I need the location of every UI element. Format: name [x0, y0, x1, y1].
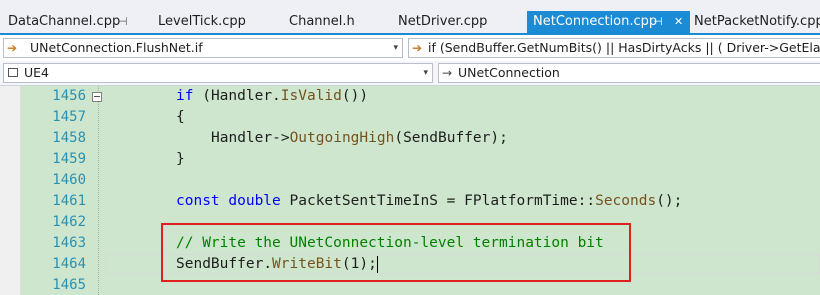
document-tab-strip: DataChannel.cpp ⊣ LevelTick.cpp Channel.…	[0, 0, 820, 35]
code-line: 1457 {	[20, 107, 820, 128]
code-line: 1459 }	[20, 149, 820, 170]
chevron-down-icon[interactable]: ▾	[393, 39, 398, 57]
code-line: 1456 if (Handler.IsValid())	[20, 86, 820, 107]
chevron-down-icon[interactable]: ▾	[423, 64, 428, 82]
code-text: Handler->OutgoingHigh(SendBuffer);	[211, 130, 508, 146]
line-number: 1459	[52, 151, 86, 167]
project-value: UE4	[24, 65, 49, 80]
pin-icon[interactable]: ⊣	[653, 11, 663, 33]
code-line: 1461 const double PacketSentTimeInS = FP…	[20, 191, 820, 212]
tab-netdriver-cpp[interactable]: NetDriver.cpp	[398, 11, 487, 33]
code-line: 1460	[20, 170, 820, 191]
class-value: UNetConnection	[458, 65, 560, 80]
code-text: const double PacketSentTimeInS = FPlatfo…	[176, 193, 683, 209]
tab-netconnection-cpp[interactable]: NetConnection.cpp ⊣ ✕	[527, 11, 690, 33]
arrow-icon: ➔	[7, 41, 18, 55]
line-number: 1460	[52, 172, 86, 188]
line-number: 1461	[52, 193, 86, 209]
line-number: 1464	[52, 256, 86, 272]
close-icon[interactable]: ✕	[674, 11, 683, 33]
collapse-icon[interactable]	[92, 92, 102, 102]
navigation-bar: ➔ UNetConnection.FlushNet.if ▾ ➔ if (Sen…	[0, 35, 820, 62]
annotation-highlight-box	[161, 223, 631, 282]
line-number: 1463	[52, 235, 86, 251]
line-number: 1465	[52, 277, 86, 293]
arrow-icon: ➔	[412, 41, 423, 55]
tab-leveltick-cpp[interactable]: LevelTick.cpp	[158, 11, 246, 33]
project-icon	[8, 68, 18, 77]
tab-label: NetConnection.cpp	[533, 14, 658, 29]
pin-icon[interactable]: ⊣	[118, 11, 128, 33]
line-number: 1462	[52, 214, 86, 230]
tab-netpacketnotify-cpp[interactable]: NetPacketNotify.cpp	[694, 11, 820, 33]
scope-dropdown[interactable]: ➔ UNetConnection.FlushNet.if ▾	[3, 38, 403, 58]
member-dropdown[interactable]: ➔ if (SendBuffer.GetNumBits() || HasDirt…	[408, 38, 820, 58]
code-text: }	[176, 151, 185, 167]
code-line: 1458 Handler->OutgoingHigh(SendBuffer);	[20, 128, 820, 149]
project-navigation-bar: UE4 ▾ → UNetConnection	[0, 61, 820, 86]
line-number: 1457	[52, 109, 86, 125]
arrow-icon: →	[442, 66, 453, 80]
project-dropdown[interactable]: UE4 ▾	[3, 63, 433, 83]
class-dropdown[interactable]: → UNetConnection	[438, 63, 820, 83]
glyph-margin	[0, 86, 21, 295]
tab-channel-h[interactable]: Channel.h	[289, 11, 355, 33]
line-number: 1456	[52, 88, 86, 104]
code-text: {	[176, 109, 185, 125]
line-number: 1458	[52, 130, 86, 146]
member-value: if (SendBuffer.GetNumBits() || HasDirtyA…	[428, 40, 820, 55]
code-text: if (Handler.IsValid())	[176, 88, 369, 104]
tab-datachannel-cpp[interactable]: DataChannel.cpp	[8, 11, 120, 33]
scope-value: UNetConnection.FlushNet.if	[30, 40, 203, 55]
